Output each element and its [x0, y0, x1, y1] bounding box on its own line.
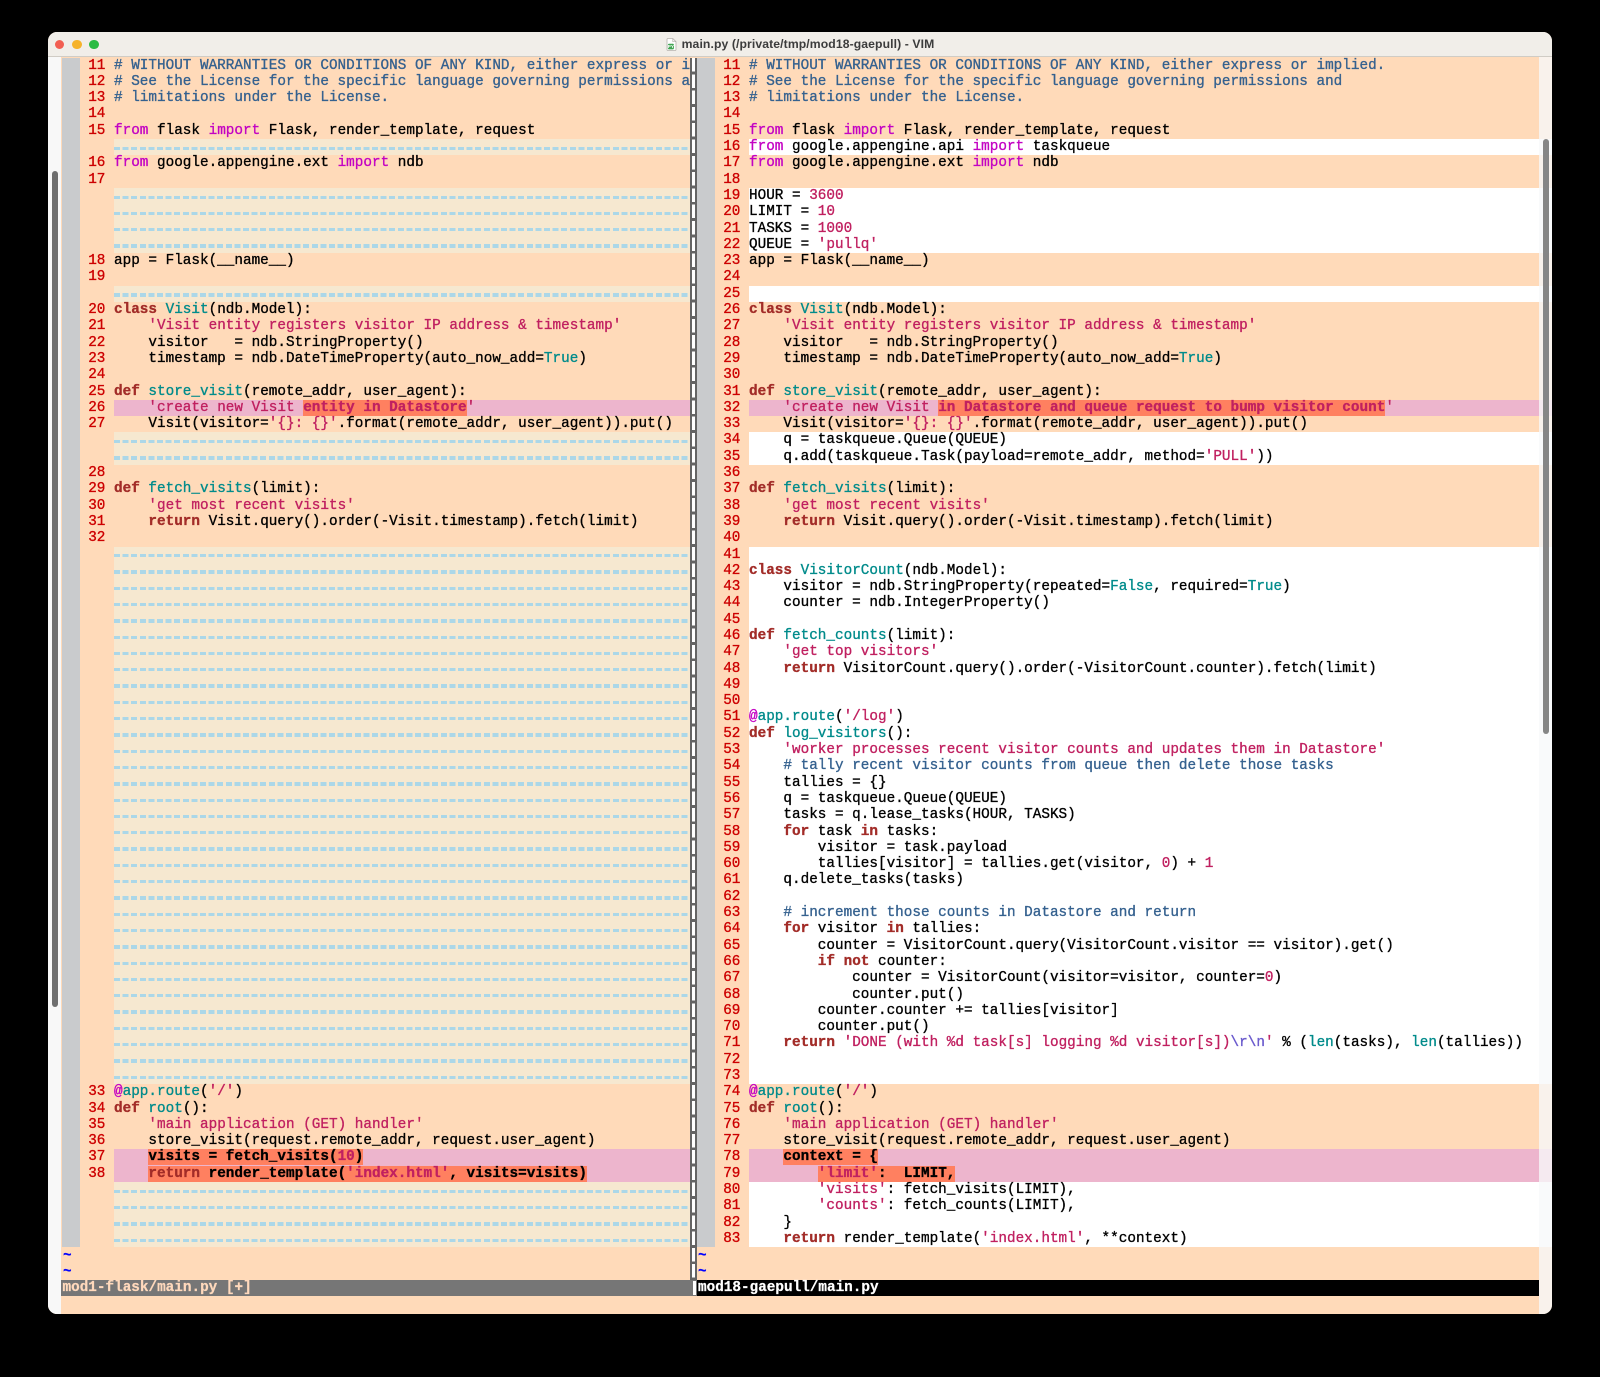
svg-text:PY: PY [667, 44, 673, 49]
